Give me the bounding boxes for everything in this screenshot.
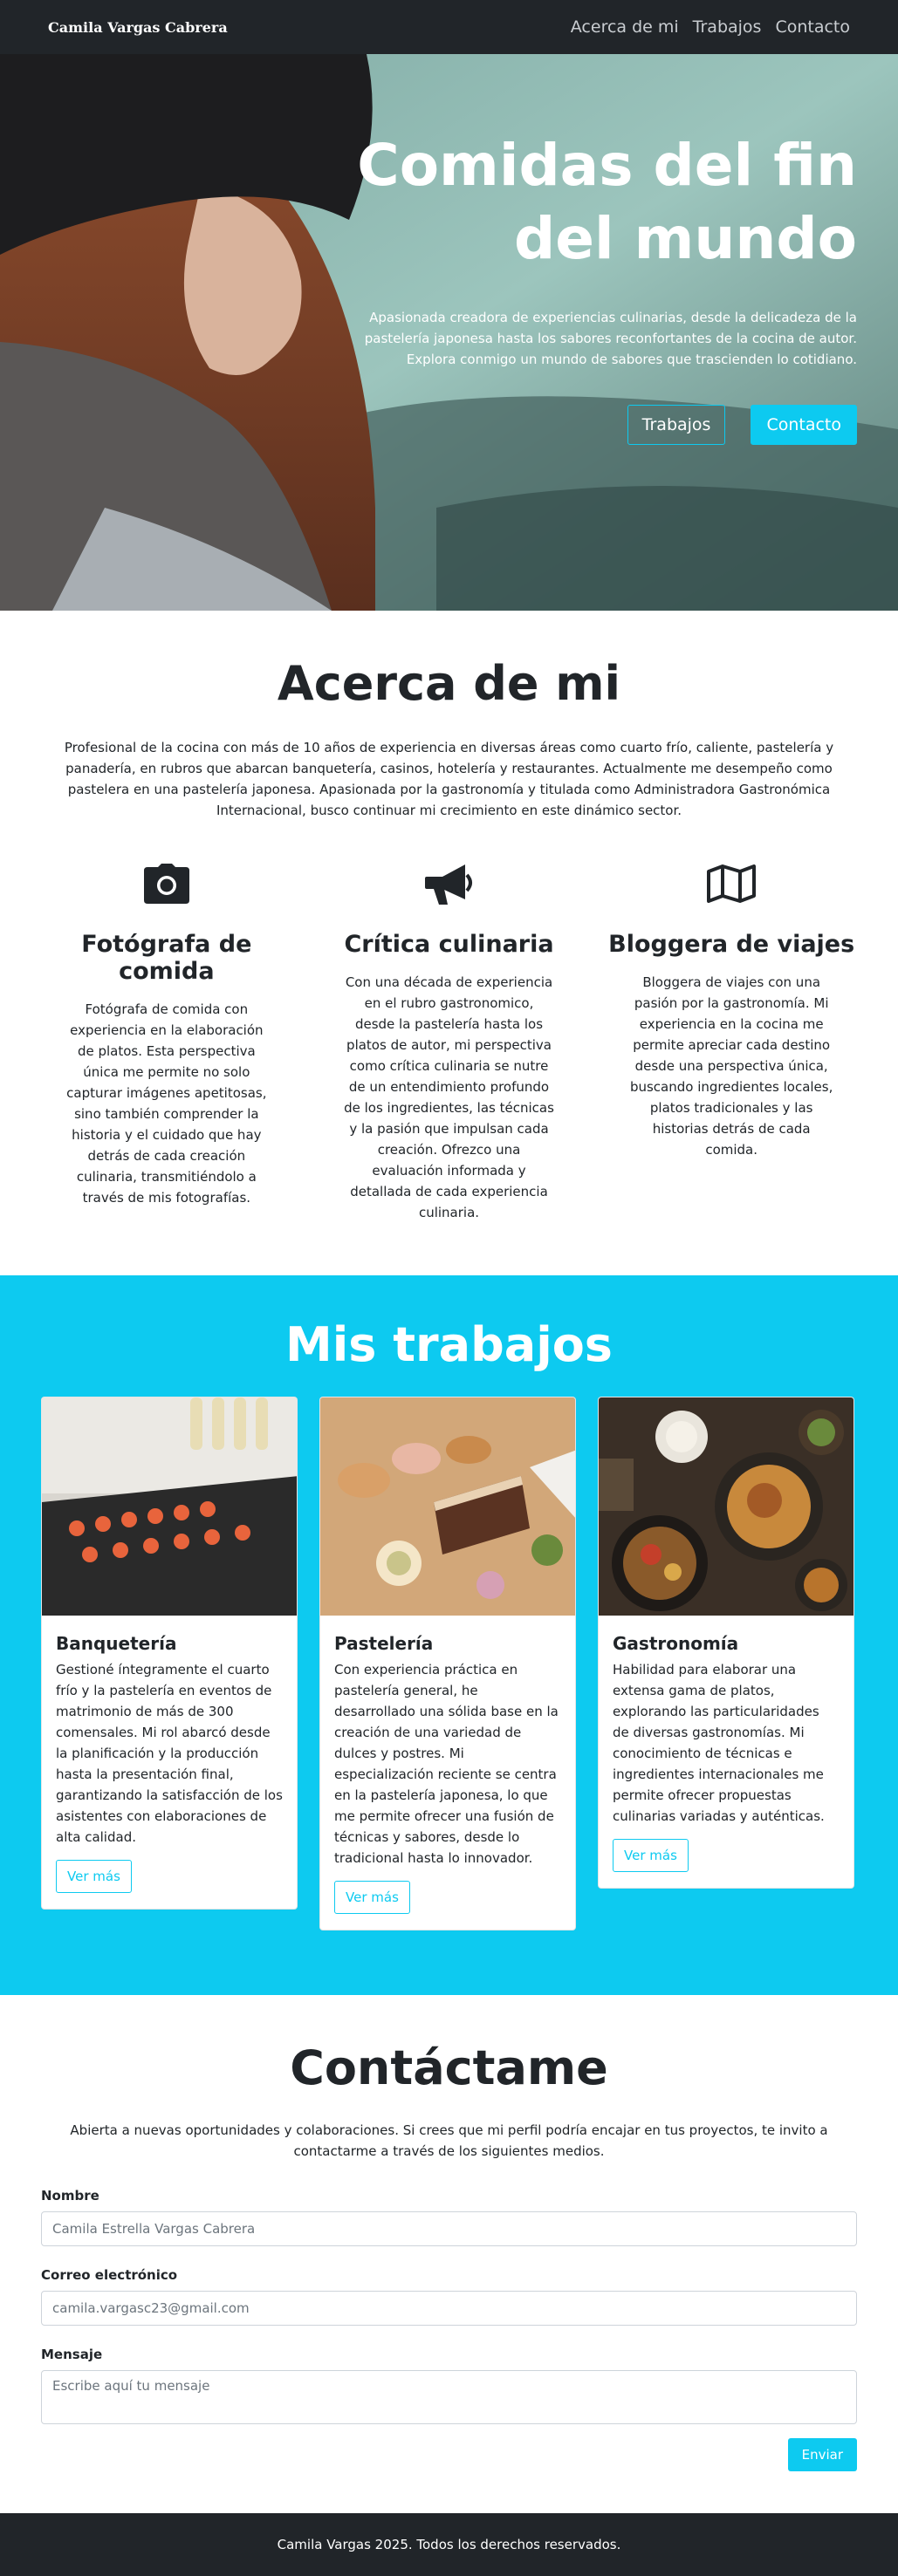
work-card-pastry: Pastelería Con experiencia práctica en p… [319,1397,576,1930]
work-card-banqueting: Banquetería Gestioné íntegramente el cua… [41,1397,298,1910]
footer-text: Camila Vargas 2025. Todos los derechos r… [277,2537,621,2552]
feature-blogger: Bloggera de viajes Bloggera de viajes co… [606,861,857,1223]
feature-text: Fotógrafa de comida con experiencia en l… [66,1001,267,1206]
feature-title: Crítica culinaria [344,931,554,958]
gastronomy-image [599,1397,853,1616]
card-text: Con experiencia práctica en pastelería g… [334,1662,559,1866]
about-lead: Profesional de la cocina con más de 10 a… [64,740,834,818]
name-label: Nombre [41,2188,99,2204]
hero-buttons: Trabajos Contacto [333,405,857,445]
works-cards: Banquetería Gestioné íntegramente el cua… [41,1397,857,1930]
name-field[interactable]: Camila Estrella Vargas Cabrera [41,2211,857,2246]
hero-title-line2: del mundo [514,205,857,272]
nav-links: Acerca de mi Trabajos Contacto [571,17,850,37]
submit-button[interactable]: Enviar [787,2438,857,2471]
about-section: Acerca de mi Profesional de la cocina co… [0,611,898,1275]
see-more-button[interactable]: Ver más [334,1881,410,1914]
see-more-button[interactable]: Ver más [56,1860,132,1893]
email-field[interactable]: camila.vargasc23@gmail.com [41,2291,857,2326]
megaphone-icon [324,861,575,906]
hero-title: Comidas del fin del mundo [333,129,857,276]
contact-lead: Abierta a nuevas oportunidades y colabor… [70,2122,828,2159]
hero-works-button[interactable]: Trabajos [627,405,726,445]
submit-row: Enviar [41,2438,857,2471]
card-body: Pastelería Con experiencia práctica en p… [320,1619,575,1930]
navbar: Camila Vargas Cabrera Acerca de mi Traba… [0,0,898,54]
hero-content: Comidas del fin del mundo Apasionada cre… [333,129,857,445]
feature-title: Bloggera de viajes [608,931,855,958]
camera-icon [41,861,292,906]
footer: Camila Vargas 2025. Todos los derechos r… [0,2513,898,2576]
card-title: Gastronomía [613,1633,739,1654]
nav-link-works[interactable]: Trabajos [693,17,762,37]
card-title: Pastelería [334,1633,434,1654]
work-card-gastronomy: Gastronomía Habilidad para elaborar una … [598,1397,854,1889]
brand-name[interactable]: Camila Vargas Cabrera [48,19,228,36]
nav-link-about[interactable]: Acerca de mi [571,17,679,37]
works-title: Mis trabajos [285,1317,613,1372]
card-title: Banquetería [56,1633,177,1654]
feature-title: Fotógrafa de comida [81,931,252,985]
message-field[interactable]: Escribe aquí tu mensaje [41,2370,857,2424]
map-icon [606,861,857,906]
contact-section: Contáctame Abierta a nuevas oportunidade… [0,1995,898,2513]
banqueting-image [42,1397,297,1616]
feature-critic: Crítica culinaria Con una década de expe… [324,861,575,1223]
hero-section: Comidas del fin del mundo Apasionada cre… [0,54,898,611]
feature-text: Con una década de experiencia en el rubr… [344,974,554,1220]
see-more-button[interactable]: Ver más [613,1839,689,1872]
card-body: Banquetería Gestioné íntegramente el cua… [42,1619,297,1909]
contact-form: Nombre Camila Estrella Vargas Cabrera Co… [41,2188,857,2471]
about-title: Acerca de mi [277,656,621,711]
contact-title: Contáctame [290,2040,608,2095]
email-label: Correo electrónico [41,2267,178,2283]
works-section: Mis trabajos Banquetería Gestioné íntegr… [0,1275,898,1995]
pastry-image [320,1397,575,1616]
feature-photographer: Fotógrafa de comida Fotógrafa de comida … [41,861,292,1223]
feature-text: Bloggera de viajes con una pasión por la… [629,974,833,1158]
features-row: Fotógrafa de comida Fotógrafa de comida … [41,861,857,1223]
card-body: Gastronomía Habilidad para elaborar una … [599,1619,853,1888]
hero-contact-button[interactable]: Contacto [751,405,857,445]
message-label: Mensaje [41,2347,103,2362]
hero-description: Apasionada creadora de experiencias culi… [364,310,857,367]
card-text: Gestioné íntegramente el cuarto frío y l… [56,1662,283,1845]
nav-link-contact[interactable]: Contacto [775,17,850,37]
hero-title-line1: Comidas del fin [357,132,857,199]
card-text: Habilidad para elaborar una extensa gama… [613,1662,825,1824]
